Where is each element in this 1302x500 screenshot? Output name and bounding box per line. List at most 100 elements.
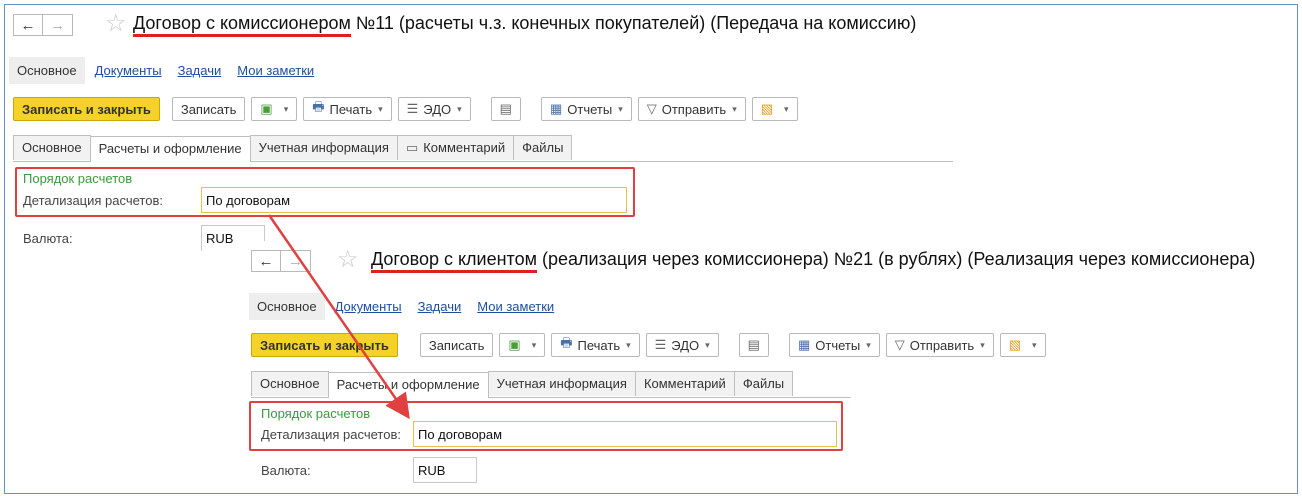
document-icon: ▤ xyxy=(747,337,760,352)
send-icon: ▽ xyxy=(646,101,657,116)
highlight-box xyxy=(15,167,635,217)
send-button[interactable]: ▽ Отправить ▾ xyxy=(885,333,994,357)
nav-buttons: ← → xyxy=(13,14,73,36)
subnav-tasks[interactable]: Задачи xyxy=(418,299,462,314)
form-tabs: Основное Расчеты и оформление Учетная ин… xyxy=(251,371,851,398)
attach-icon: ▧ xyxy=(760,101,774,116)
form-tabs: Основное Расчеты и оформление Учетная ин… xyxy=(13,135,953,162)
forward-arrow-icon: → xyxy=(288,252,303,270)
save-button[interactable]: Записать xyxy=(171,97,246,121)
subnav-notes[interactable]: Мои заметки xyxy=(477,299,554,314)
nav-buttons: ← → xyxy=(251,250,311,272)
chevron-down-icon: ▾ xyxy=(866,339,871,350)
tab-main[interactable]: Основное xyxy=(13,135,91,160)
forward-button[interactable]: → xyxy=(43,14,73,36)
title-bar: ← → ☆ Договор с комиссионером №11 (расче… xyxy=(5,5,1297,45)
tab-settlements[interactable]: Расчеты и оформление xyxy=(327,372,489,398)
attach-icon: ▧ xyxy=(1008,337,1022,352)
chevron-down-icon: ▾ xyxy=(378,103,383,114)
reports-button[interactable]: ▦ Отчеты ▾ xyxy=(788,333,880,357)
edo-icon: ☰ xyxy=(406,101,419,116)
subnav-tasks[interactable]: Задачи xyxy=(178,63,222,78)
document-button[interactable]: ▤ xyxy=(738,333,769,357)
back-button[interactable]: ← xyxy=(251,250,281,272)
structure-icon: ▣ xyxy=(260,101,273,116)
subnav-documents[interactable]: Документы xyxy=(335,299,402,314)
save-close-button[interactable]: Записать и закрыть xyxy=(251,333,398,357)
favorite-star-icon[interactable]: ☆ xyxy=(337,246,359,274)
structure-button[interactable]: ▣ ▾ xyxy=(499,333,546,357)
structure-icon: ▣ xyxy=(508,337,521,352)
print-button[interactable]: 🖶 Печать ▾ xyxy=(303,97,392,121)
currency-field[interactable]: RUB xyxy=(413,457,477,483)
save-close-button[interactable]: Записать и закрыть xyxy=(13,97,160,121)
screenshot-frame: ← → ☆ Договор с комиссионером №11 (расче… xyxy=(4,4,1298,494)
subnav-main[interactable]: Основное xyxy=(9,57,85,84)
subnav-documents[interactable]: Документы xyxy=(95,63,162,78)
edo-icon: ☰ xyxy=(654,337,667,352)
page-title-underlined: Договор с комиссионером xyxy=(133,13,351,33)
forward-button[interactable]: → xyxy=(281,250,311,272)
client-contract-window: ← → ☆ Договор с клиентом (реализация чер… xyxy=(241,241,1297,491)
tab-files[interactable]: Файлы xyxy=(513,135,573,160)
edo-button[interactable]: ☰ ЭДО ▾ xyxy=(397,97,471,121)
page-title-rest: №11 (расчеты ч.з. конечных покупателей) … xyxy=(350,13,917,33)
page-title-underlined: Договор с клиентом xyxy=(371,249,537,269)
page-title: Договор с клиентом (реализация через ком… xyxy=(371,249,1255,270)
chevron-down-icon: ▾ xyxy=(626,339,631,350)
chevron-down-icon: ▾ xyxy=(457,103,462,114)
edo-button[interactable]: ☰ ЭДО ▾ xyxy=(645,333,719,357)
attach-button[interactable]: ▧ ▾ xyxy=(999,333,1046,357)
tab-accounting[interactable]: Учетная информация xyxy=(249,135,398,160)
form-subnav: Основное Документы Задачи Мои заметки xyxy=(9,57,320,84)
attach-button[interactable]: ▧ ▾ xyxy=(751,97,798,121)
currency-label: Валюта: xyxy=(23,231,73,246)
chevron-down-icon: ▾ xyxy=(980,339,985,350)
edo-label: ЭДО xyxy=(671,337,700,353)
chevron-down-icon: ▾ xyxy=(531,339,537,350)
back-arrow-icon: ← xyxy=(20,16,36,34)
back-button[interactable]: ← xyxy=(13,14,43,36)
tab-comment[interactable]: ▭ Комментарий xyxy=(396,135,515,160)
reports-icon: ▦ xyxy=(549,101,563,116)
print-button[interactable]: 🖶 Печать ▾ xyxy=(551,333,640,357)
send-label: Отправить xyxy=(909,337,975,353)
form-subnav: Основное Документы Задачи Мои заметки xyxy=(249,293,560,320)
favorite-star-icon[interactable]: ☆ xyxy=(105,10,127,38)
document-icon: ▤ xyxy=(499,101,512,116)
send-icon: ▽ xyxy=(894,337,905,352)
tab-settlements[interactable]: Расчеты и оформление xyxy=(89,136,251,162)
currency-label: Валюта: xyxy=(261,463,311,478)
page-title: Договор с комиссионером №11 (расчеты ч.з… xyxy=(133,13,916,34)
reports-icon: ▦ xyxy=(797,337,811,352)
reports-button[interactable]: ▦ Отчеты ▾ xyxy=(540,97,632,121)
tab-files[interactable]: Файлы xyxy=(733,371,794,396)
chevron-down-icon: ▾ xyxy=(732,103,737,114)
subnav-main[interactable]: Основное xyxy=(249,293,325,320)
tab-comment-label: Комментарий xyxy=(423,140,506,155)
form-toolbar: Записать и закрыть Записать ▣ ▾ 🖶 Печать ▾ … xyxy=(13,97,804,121)
subnav-notes[interactable]: Мои заметки xyxy=(237,63,314,78)
comment-icon: ▭ xyxy=(405,140,419,155)
document-button[interactable]: ▤ xyxy=(490,97,521,121)
tab-main[interactable]: Основное xyxy=(251,371,329,396)
form-toolbar: Записать и закрыть Записать ▣ ▾ 🖶 Печать ▾ … xyxy=(251,333,1052,357)
title-bar: ← → ☆ Договор с клиентом (реализация чер… xyxy=(241,241,1297,281)
print-label: Печать xyxy=(329,101,373,117)
tab-comment[interactable]: Комментарий xyxy=(634,371,735,396)
printer-icon: 🖶 xyxy=(560,335,573,350)
save-button[interactable]: Записать xyxy=(419,333,494,357)
chevron-down-icon: ▾ xyxy=(1032,339,1037,350)
page-title-rest: (реализация через комиссионера) №21 (в р… xyxy=(536,249,1256,269)
send-label: Отправить xyxy=(661,101,727,117)
back-arrow-icon: ← xyxy=(258,252,274,270)
chevron-down-icon: ▾ xyxy=(283,103,289,114)
reports-label: Отчеты xyxy=(815,337,861,353)
tab-accounting[interactable]: Учетная информация xyxy=(487,371,636,396)
reports-label: Отчеты xyxy=(567,101,613,117)
chevron-down-icon: ▾ xyxy=(705,339,710,350)
printer-icon: 🖶 xyxy=(312,99,325,114)
structure-button[interactable]: ▣ ▾ xyxy=(251,97,298,121)
chevron-down-icon: ▾ xyxy=(618,103,623,114)
send-button[interactable]: ▽ Отправить ▾ xyxy=(637,97,746,121)
